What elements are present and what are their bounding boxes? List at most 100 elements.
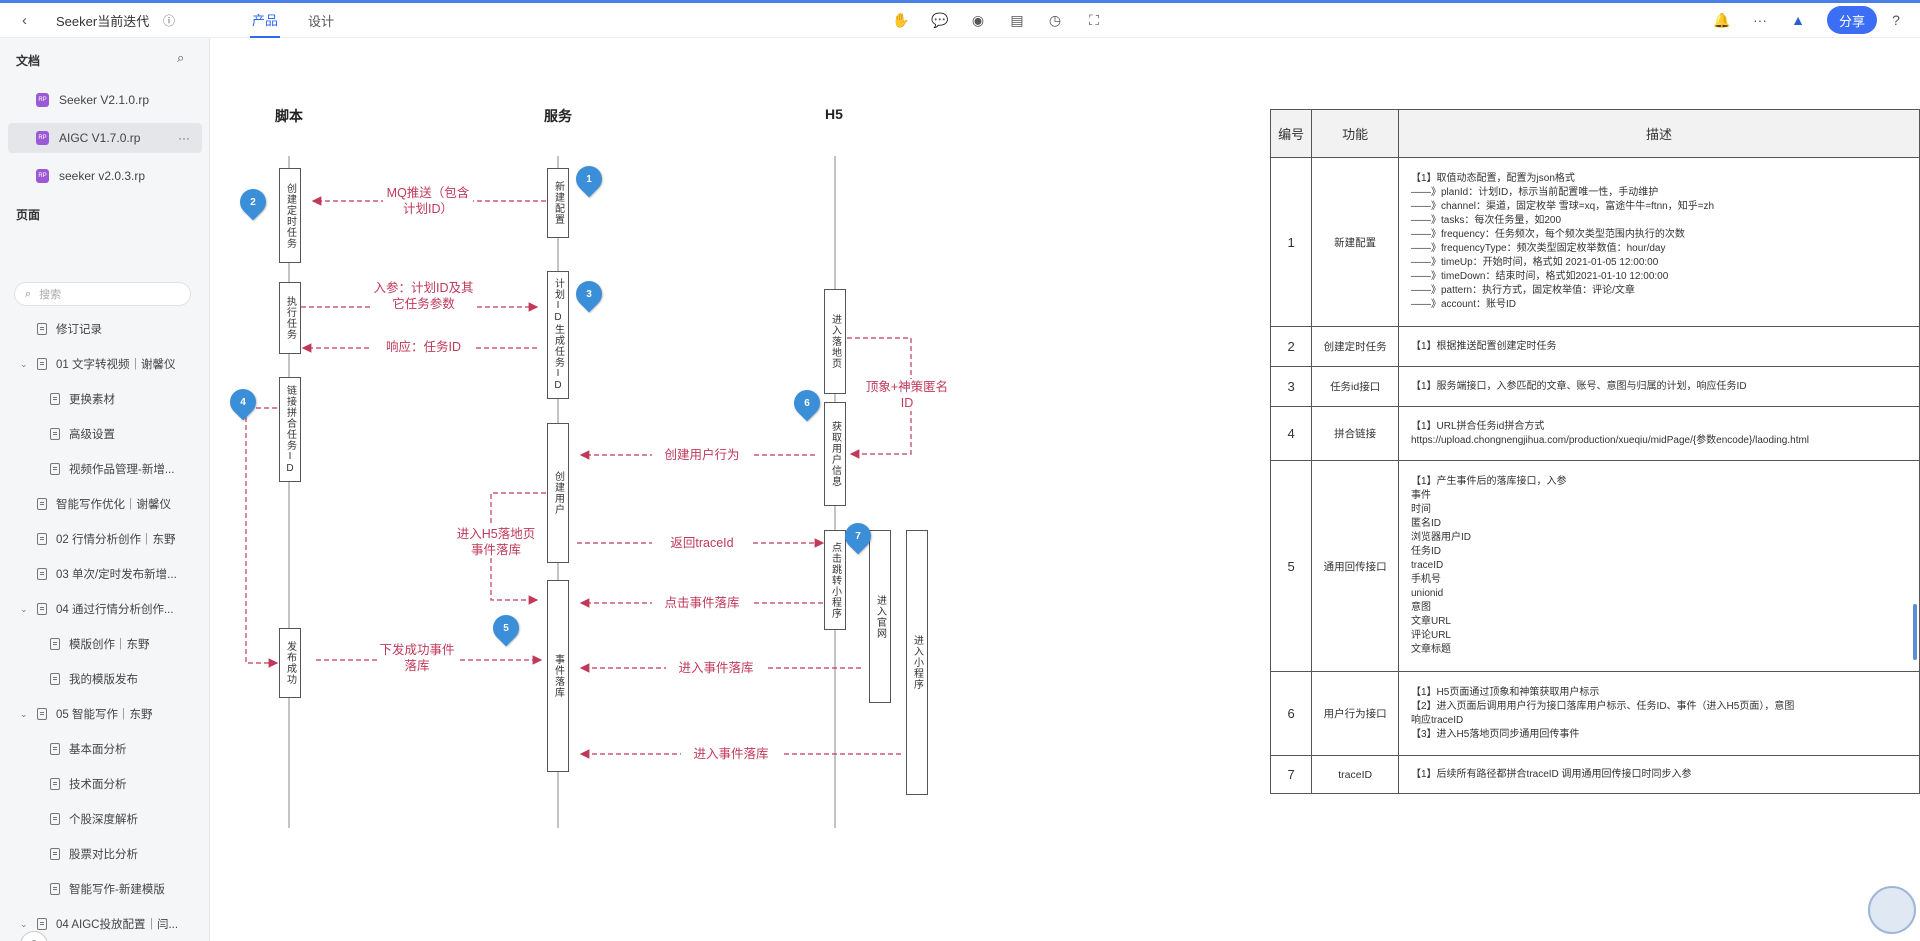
chevron-down-icon[interactable]: ⌄: [141, 3, 149, 38]
share-button[interactable]: 分享: [1827, 6, 1877, 34]
activation-new-config: 新建配置: [547, 168, 569, 238]
file-item[interactable]: RP seeker v2.0.3.rp: [8, 161, 202, 191]
doc-icon: [50, 638, 60, 650]
prototype-canvas: 脚本 服务 H5 创建定时任务 执行任务 链接拼合任务ID 发布成功 新建配置 …: [211, 38, 1920, 941]
more-icon[interactable]: ···: [178, 131, 190, 145]
marker-pin[interactable]: 1: [570, 160, 608, 198]
table-row: 7 traceID 【1】后续所有路径都拼合traceID 调用通用回传接口时同步入…: [1269, 755, 1920, 794]
marker-pin[interactable]: 2: [234, 183, 272, 221]
table-row: 4 拼合链接 【1】URL拼合任务id拼合方式 https://upload.cho…: [1269, 406, 1920, 461]
page-item[interactable]: 我的模版发布: [50, 664, 138, 694]
search-icon[interactable]: ⌕: [177, 50, 184, 66]
label-trace: 返回traceId: [652, 535, 752, 551]
activation-event-store: 事件落库: [547, 580, 569, 772]
top-bar: ‹ Seeker当前迭代 ⌄ ⓘ 产品 设计 ✋ 💬 ◉ ▤ ◷ ⛶ 🔔 ···…: [0, 0, 1920, 38]
activation-official-site: 进入官网: [869, 530, 891, 703]
page-item[interactable]: 更换素材: [50, 384, 115, 414]
page-item[interactable]: ⌄ 01 文字转视频｜谢馨仪: [20, 349, 176, 379]
activation-link: 链接拼合任务ID: [279, 377, 301, 482]
doc-icon: [37, 603, 47, 615]
label-publish: 下发成功事件落库: [377, 642, 457, 674]
doc-icon: [37, 708, 47, 720]
header-no: 编号: [1269, 109, 1313, 158]
activation-run-task: 执行任务: [279, 282, 301, 354]
page-search-input[interactable]: ⌕ 搜索: [14, 282, 191, 306]
chevron-down-icon[interactable]: ⌄: [20, 919, 28, 930]
bell-icon[interactable]: 🔔: [1713, 11, 1731, 29]
sequence-diagram: [245, 156, 912, 828]
chevron-down-icon[interactable]: ⌄: [20, 709, 28, 720]
marker-pin[interactable]: 6: [788, 384, 826, 422]
activation-user-info: 获取用户信息: [824, 402, 846, 506]
page-item[interactable]: 高级设置: [50, 419, 115, 449]
page-item[interactable]: 股票对比分析: [50, 839, 138, 869]
marker-pin[interactable]: 3: [570, 275, 608, 313]
file-item-selected[interactable]: RP AIGC V1.7.0.rp ···: [8, 123, 202, 153]
table-row: 6 用户行为接口 【1】H5页面通过顶象和神策获取用户标示 【2】进入页面后调用用户…: [1269, 671, 1920, 756]
table-row: 5 通用回传接口 【1】产生事件后的落库接口，入参 事件 时间 匿名ID 浏览器用户…: [1269, 460, 1920, 672]
page-item[interactable]: 03 单次/定时发布新增...: [37, 559, 177, 589]
doc-icon: [50, 883, 60, 895]
scrollbar-thumb[interactable]: [1913, 604, 1917, 660]
rp-file-icon: RP: [36, 131, 49, 145]
back-icon[interactable]: ‹: [22, 3, 27, 38]
label-click-event: 点击事件落库: [652, 595, 752, 611]
label-params: 入参：计划ID及其它任务参数: [371, 280, 476, 312]
project-name[interactable]: Seeker当前迭代: [56, 3, 149, 38]
chevron-down-icon[interactable]: ⌄: [20, 604, 28, 615]
activation-jump-mini: 点击跳转小程序: [824, 530, 846, 630]
page-item[interactable]: 基本面分析: [50, 734, 127, 764]
lane-h5: H5: [825, 106, 843, 122]
comment-icon[interactable]: 💬: [931, 11, 949, 29]
page-item[interactable]: 个股深度解析: [50, 804, 138, 834]
search-icon: ⌕: [25, 287, 32, 300]
file-item[interactable]: RP Seeker V2.1.0.rp: [8, 85, 202, 115]
doc-icon: [37, 533, 47, 545]
page-item[interactable]: 视频作品管理-新增...: [50, 454, 174, 484]
label-enter-event: 进入事件落库: [666, 660, 766, 676]
eye-icon[interactable]: ◉: [969, 11, 987, 29]
page-item[interactable]: 智能写作优化｜谢馨仪: [37, 489, 171, 519]
tab-product[interactable]: 产品: [250, 3, 281, 38]
marker-pin[interactable]: 5: [487, 609, 525, 647]
chevron-down-icon[interactable]: ⌄: [20, 359, 28, 370]
info-icon[interactable]: ⓘ: [163, 3, 175, 38]
lane-script: 脚本: [275, 108, 303, 124]
marker-pin[interactable]: 7: [839, 517, 877, 555]
help-icon[interactable]: ?: [1887, 11, 1905, 29]
hand-icon[interactable]: ✋: [892, 11, 910, 29]
activation-mini-program: 进入小程序: [906, 530, 928, 795]
label-enter-event-2: 进入事件落库: [681, 746, 781, 762]
history-icon[interactable]: ◷: [1046, 11, 1064, 29]
page-item[interactable]: ⌄ 04 AIGC投放配置｜闫...: [20, 909, 178, 939]
folder-icon: [37, 918, 47, 930]
logo-icon[interactable]: ▲: [1789, 11, 1807, 29]
label-response: 响应：任务ID: [371, 339, 476, 355]
page-item[interactable]: 模版创作｜东野: [50, 629, 150, 659]
more-icon[interactable]: ···: [1751, 11, 1769, 29]
rp-file-icon: RP: [36, 93, 49, 107]
marker-pin[interactable]: 4: [224, 383, 262, 421]
header-function: 功能: [1311, 109, 1399, 158]
app-window: ‹ Seeker当前迭代 ⌄ ⓘ 产品 设计 ✋ 💬 ◉ ▤ ◷ ⛶ 🔔 ···…: [0, 0, 1920, 941]
header-description: 描述: [1397, 109, 1920, 158]
doc-icon: [37, 568, 47, 580]
assistant-avatar[interactable]: [1868, 886, 1916, 934]
activation-create-task: 创建定时任务: [279, 168, 301, 263]
note-icon[interactable]: ▤: [1008, 11, 1026, 29]
page-item[interactable]: 修订记录: [37, 314, 102, 344]
doc-icon: [50, 848, 60, 860]
tab-design[interactable]: 设计: [308, 3, 334, 38]
doc-icon: [37, 358, 47, 370]
fullscreen-icon[interactable]: ⛶: [1085, 11, 1103, 29]
docs-title: 文档: [16, 54, 41, 68]
activation-create-user: 创建用户: [547, 423, 569, 563]
pages-title: 页面: [16, 208, 41, 222]
page-item[interactable]: 智能写作-新建模版: [50, 874, 165, 904]
page-item[interactable]: ⌄ 05 智能写作｜东野: [20, 699, 153, 729]
page-item[interactable]: 技术面分析: [50, 769, 127, 799]
page-item[interactable]: 02 行情分析创作｜东野: [37, 524, 176, 554]
doc-icon: [50, 743, 60, 755]
page-item[interactable]: ⌄ 04 通过行情分析创作...: [20, 594, 174, 624]
activation-publish: 发布成功: [279, 628, 301, 698]
